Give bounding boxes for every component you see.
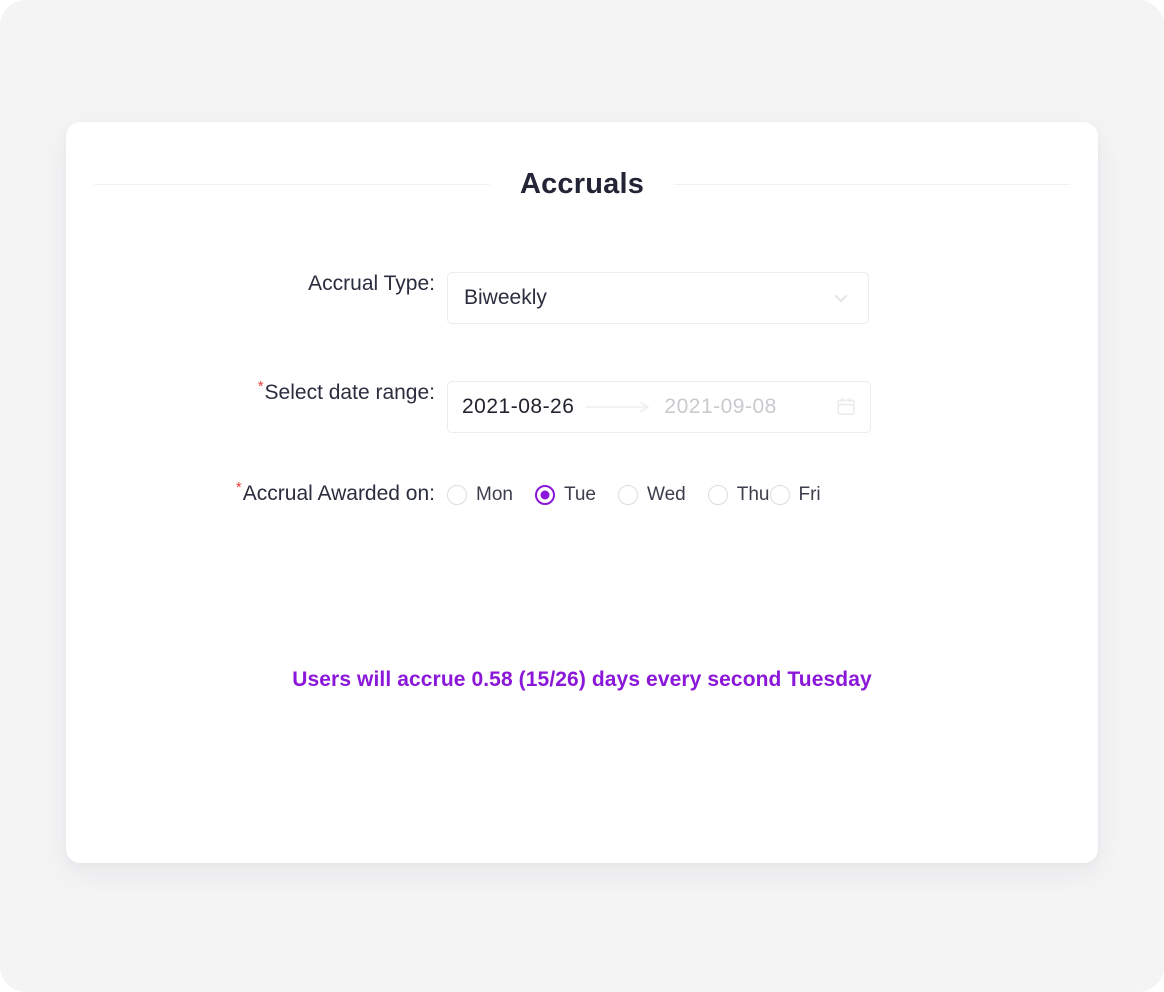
awarded-on-field: Mon Tue Wed Thu Fri bbox=[447, 475, 1098, 535]
date-range-picker[interactable]: 2021-08-26 2021-09-08 bbox=[447, 381, 871, 433]
radio-circle-icon bbox=[707, 485, 728, 505]
accrual-type-value: Biweekly bbox=[464, 286, 547, 309]
awarded-on-label-text: Accrual Awarded on: bbox=[242, 482, 435, 505]
radio-option-wed[interactable]: Wed bbox=[618, 477, 686, 513]
accrual-type-row: Accrual Type: Biweekly bbox=[66, 272, 1098, 324]
radio-label: Wed bbox=[647, 484, 686, 505]
date-range-end-input[interactable]: 2021-09-08 bbox=[664, 395, 776, 419]
accruals-card: Accruals Accrual Type: Biweekly *Select … bbox=[66, 122, 1098, 863]
radio-circle-icon bbox=[769, 485, 790, 505]
radio-option-thu[interactable]: Thu bbox=[707, 477, 770, 513]
accrual-type-field: Biweekly bbox=[447, 272, 1098, 324]
awarded-on-label: *Accrual Awarded on: bbox=[66, 475, 447, 506]
accrual-type-select[interactable]: Biweekly bbox=[447, 272, 869, 324]
card-header: Accruals bbox=[94, 170, 1070, 199]
chevron-down-icon bbox=[830, 287, 852, 309]
accrual-summary-text: Users will accrue 0.58 (15/26) days ever… bbox=[292, 668, 872, 691]
awarded-on-row: *Accrual Awarded on: Mon Tue Wed Thu Fri bbox=[66, 475, 1098, 535]
date-range-start-input[interactable]: 2021-08-26 bbox=[462, 395, 574, 419]
radio-circle-icon bbox=[447, 485, 467, 505]
title-divider-left bbox=[94, 184, 490, 185]
accruals-form: Accrual Type: Biweekly *Select date rang… bbox=[66, 272, 1098, 535]
radio-option-mon[interactable]: Mon bbox=[447, 477, 513, 513]
page-background: Accruals Accrual Type: Biweekly *Select … bbox=[0, 0, 1164, 992]
date-range-row: *Select date range: 2021-08-26 2021-09-0… bbox=[66, 378, 1098, 433]
title-divider-right bbox=[674, 184, 1070, 185]
radio-label: Tue bbox=[563, 484, 597, 505]
page-title: Accruals bbox=[519, 168, 645, 200]
radio-circle-icon bbox=[618, 485, 639, 505]
accrual-type-label: Accrual Type: bbox=[308, 272, 435, 295]
radio-option-fri[interactable]: Fri bbox=[769, 477, 821, 513]
date-range-label: *Select date range: bbox=[66, 378, 447, 405]
date-range-field: 2021-08-26 2021-09-08 bbox=[447, 381, 1098, 433]
required-asterisk: * bbox=[235, 479, 242, 496]
radio-circle-selected-icon bbox=[534, 485, 555, 505]
radio-label: Thu bbox=[736, 484, 770, 505]
date-range-label-text: Select date range: bbox=[264, 381, 435, 404]
arrow-right-icon bbox=[584, 401, 654, 413]
calendar-icon bbox=[836, 397, 856, 417]
awarded-on-radio-group: Mon Tue Wed Thu Fri bbox=[447, 475, 847, 535]
radio-option-tue[interactable]: Tue bbox=[534, 477, 597, 513]
radio-label: Fri bbox=[798, 484, 821, 505]
radio-label: Mon bbox=[476, 484, 513, 505]
required-asterisk: * bbox=[257, 378, 264, 395]
